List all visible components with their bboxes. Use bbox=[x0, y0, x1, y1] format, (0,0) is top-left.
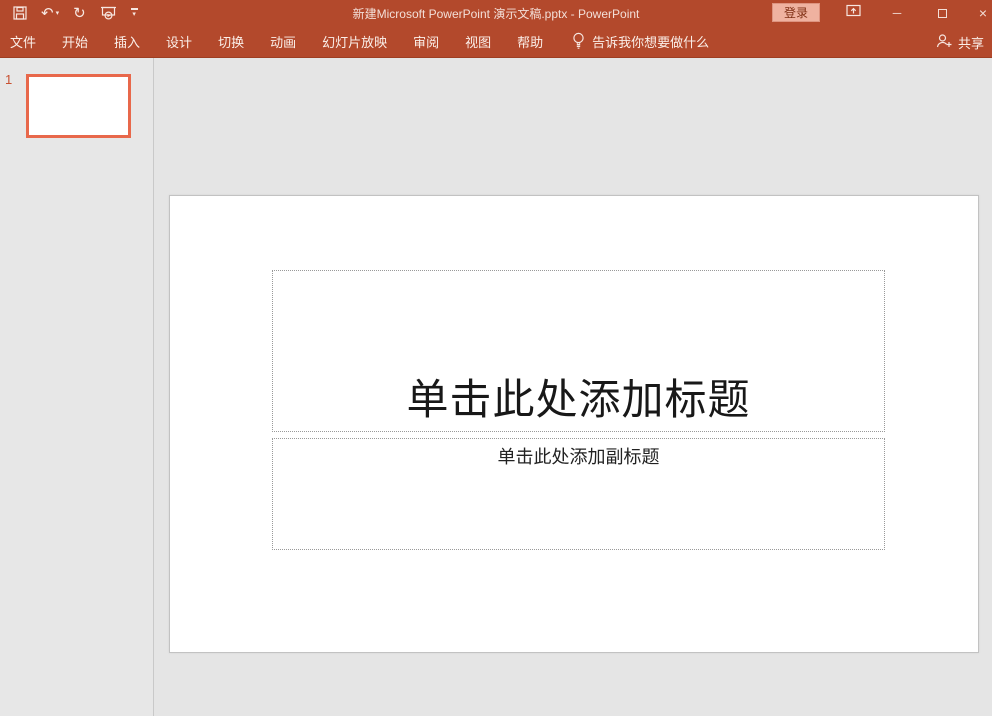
close-button[interactable]: × bbox=[968, 0, 992, 26]
share-label: 共享 bbox=[958, 33, 984, 52]
ribbon-display-options-button[interactable] bbox=[838, 0, 868, 26]
start-slideshow-icon bbox=[100, 6, 117, 21]
start-slideshow-button[interactable] bbox=[100, 2, 117, 24]
sign-in-button[interactable]: 登录 bbox=[772, 3, 820, 22]
ribbon-display-options-icon bbox=[846, 4, 861, 22]
maximize-icon bbox=[938, 9, 947, 18]
subtitle-placeholder[interactable]: 单击此处添加副标题 bbox=[272, 438, 885, 550]
minimize-button[interactable]: ─ bbox=[882, 0, 912, 26]
share-button[interactable]: 共享 bbox=[932, 26, 988, 58]
undo-button[interactable]: ↶ ▾ bbox=[41, 2, 59, 24]
slide-thumbnail-panel: 1 bbox=[0, 58, 154, 716]
redo-button[interactable]: ↻ bbox=[73, 2, 86, 24]
tab-animations[interactable]: 动画 bbox=[257, 26, 309, 58]
tab-transitions[interactable]: 切换 bbox=[205, 26, 257, 58]
title-bar: ↶ ▾ ↻ ▾ 新建Microsoft PowerPoint 演示文稿.pptx… bbox=[0, 0, 992, 26]
save-button[interactable] bbox=[13, 2, 27, 24]
tell-me-label: 告诉我你想要做什么 bbox=[592, 32, 709, 51]
tab-help[interactable]: 帮助 bbox=[504, 26, 556, 58]
redo-icon: ↻ bbox=[73, 6, 86, 21]
minimize-icon: ─ bbox=[893, 6, 902, 20]
editing-canvas: 单击此处添加标题 单击此处添加副标题 bbox=[155, 58, 992, 716]
customize-quick-access-button[interactable]: ▾ bbox=[131, 2, 138, 24]
customize-quick-access-icon bbox=[131, 8, 138, 10]
quick-access-toolbar: ↶ ▾ ↻ ▾ bbox=[0, 0, 138, 26]
lightbulb-icon bbox=[572, 32, 585, 52]
close-icon: × bbox=[979, 5, 987, 21]
slide-number: 1 bbox=[5, 72, 12, 87]
title-placeholder-text: 单击此处添加标题 bbox=[406, 377, 750, 431]
chevron-down-icon: ▾ bbox=[132, 11, 136, 18]
tab-view[interactable]: 视图 bbox=[452, 26, 504, 58]
slide-canvas[interactable]: 单击此处添加标题 单击此处添加副标题 bbox=[169, 195, 979, 653]
save-icon bbox=[13, 6, 27, 20]
maximize-button[interactable] bbox=[927, 0, 957, 26]
slide-thumbnail[interactable] bbox=[26, 74, 131, 138]
tab-insert[interactable]: 插入 bbox=[101, 26, 153, 58]
add-person-icon bbox=[936, 33, 953, 51]
undo-icon: ↶ bbox=[41, 6, 54, 21]
tab-design[interactable]: 设计 bbox=[153, 26, 205, 58]
subtitle-placeholder-text: 单击此处添加副标题 bbox=[498, 439, 660, 469]
tab-slideshow[interactable]: 幻灯片放映 bbox=[309, 26, 400, 58]
tab-file[interactable]: 文件 bbox=[0, 26, 49, 58]
undo-dropdown-caret-icon: ▾ bbox=[56, 10, 60, 17]
tab-home[interactable]: 开始 bbox=[49, 26, 101, 58]
tell-me-box[interactable]: 告诉我你想要做什么 bbox=[572, 26, 709, 58]
title-placeholder[interactable]: 单击此处添加标题 bbox=[272, 270, 885, 432]
tab-review[interactable]: 审阅 bbox=[400, 26, 452, 58]
ribbon-tab-bar: 文件 开始 插入 设计 切换 动画 幻灯片放映 审阅 视图 帮助 告诉我你想要做… bbox=[0, 26, 992, 58]
